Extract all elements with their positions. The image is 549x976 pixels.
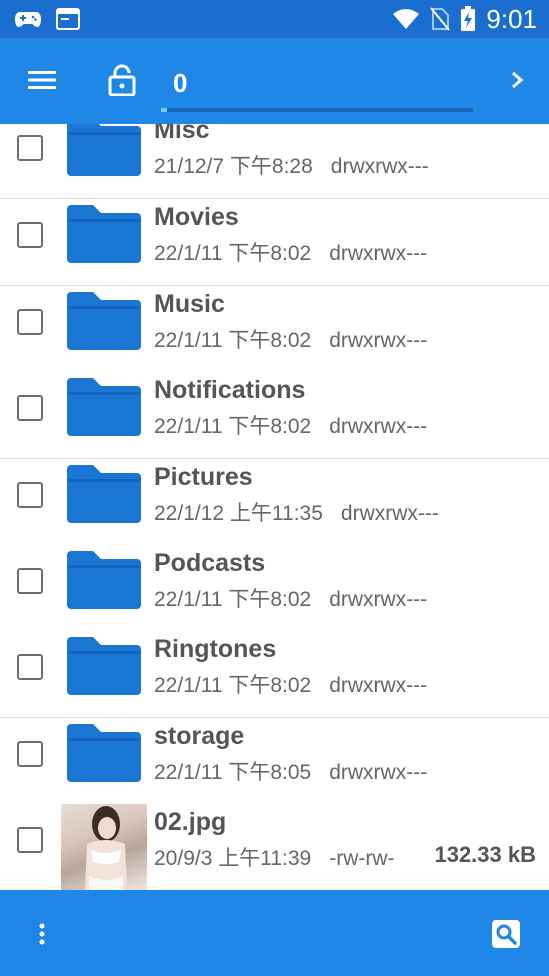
file-name: storage: [154, 722, 245, 750]
file-meta: 21/12/7 下午8:28 drwxrwx---: [154, 150, 429, 180]
file-meta: 22/1/11 下午8:02 drwxrwx---: [154, 324, 427, 354]
file-size: 132.33 kB: [434, 842, 536, 867]
photo-thumbnail-icon: [85, 806, 127, 890]
item-checkbox[interactable]: [17, 309, 43, 335]
item-checkbox[interactable]: [17, 654, 43, 680]
file-meta: 22/1/11 下午8:02 drwxrwx---: [154, 583, 427, 613]
bottom-bar: [0, 890, 549, 976]
lock-open-icon[interactable]: [108, 64, 136, 96]
status-bar: 9:01: [0, 0, 549, 38]
status-time: 9:01: [486, 4, 537, 34]
wifi-icon: [393, 9, 420, 29]
file-permissions: -rw-rw-: [329, 847, 395, 870]
file-date: 22/1/11 下午8:02: [154, 242, 312, 265]
list-item[interactable]: Notifications 22/1/11 下午8:02 drwxrwx---: [0, 372, 549, 459]
file-date: 22/1/11 下午8:02: [154, 588, 312, 611]
item-checkbox[interactable]: [17, 395, 43, 421]
list-item[interactable]: Pictures 22/1/12 上午11:35 drwxrwx---: [0, 459, 549, 546]
list-item[interactable]: Ringtones 22/1/11 下午8:02 drwxrwx---: [0, 631, 549, 718]
gamepad-icon: [15, 12, 41, 27]
file-date: 22/1/11 下午8:02: [154, 415, 312, 438]
file-name: Notifications: [154, 376, 306, 404]
file-date: 22/1/12 上午11:35: [154, 502, 323, 525]
more-vertical-icon[interactable]: [36, 922, 48, 946]
file-meta: 22/1/11 下午8:02 drwxrwx---: [154, 237, 427, 267]
item-checkbox[interactable]: [17, 482, 43, 508]
file-date: 22/1/11 下午8:02: [154, 329, 312, 352]
list-item[interactable]: storage 22/1/11 下午8:05 drwxrwx---: [0, 718, 549, 805]
file-meta: 22/1/11 下午8:02 drwxrwx---: [154, 669, 427, 699]
file-permissions: drwxrwx---: [340, 502, 439, 525]
list-item[interactable]: Music 22/1/11 下午8:02 drwxrwx---: [0, 286, 549, 373]
folder-icon: [67, 378, 141, 436]
folder-icon: [67, 724, 141, 782]
file-date: 20/9/3 上午11:39: [154, 847, 312, 870]
file-permissions: drwxrwx---: [329, 588, 428, 611]
file-permissions: drwxrwx---: [329, 329, 428, 352]
item-checkbox[interactable]: [17, 568, 43, 594]
item-checkbox[interactable]: [17, 222, 43, 248]
search-icon[interactable]: [492, 920, 520, 948]
current-path[interactable]: 0: [173, 68, 187, 99]
file-list: Misc 21/12/7 下午8:28 drwxrwx--- Movies 22/…: [0, 124, 549, 890]
item-checkbox[interactable]: [17, 135, 43, 161]
no-sim-icon: [430, 7, 451, 31]
path-progress-fill: [161, 108, 167, 112]
list-item[interactable]: Misc 21/12/7 下午8:28 drwxrwx---: [0, 124, 549, 199]
list-item[interactable]: Podcasts 22/1/11 下午8:02 drwxrwx---: [0, 545, 549, 632]
file-date: 22/1/11 下午8:05: [154, 761, 312, 784]
item-checkbox[interactable]: [17, 827, 43, 853]
chevron-right-icon[interactable]: [506, 68, 528, 92]
file-permissions: drwxrwx---: [330, 155, 429, 178]
list-item[interactable]: Movies 22/1/11 下午8:02 drwxrwx---: [0, 199, 549, 286]
file-permissions: drwxrwx---: [329, 415, 428, 438]
file-name: 02.jpg: [154, 808, 227, 836]
file-permissions: drwxrwx---: [329, 242, 428, 265]
file-name: Music: [154, 290, 225, 318]
file-name: Podcasts: [154, 549, 266, 577]
folder-icon: [67, 292, 141, 350]
file-permissions: drwxrwx---: [329, 761, 428, 784]
folder-icon: [67, 637, 141, 695]
list-item[interactable]: 02.jpg 20/9/3 上午11:39 -rw-rw- 132.33 kB: [0, 804, 549, 890]
file-meta: 20/9/3 上午11:39 -rw-rw-: [154, 842, 395, 872]
image-thumbnail: [61, 804, 147, 890]
file-meta: 22/1/12 上午11:35 drwxrwx---: [154, 497, 439, 527]
folder-icon: [67, 465, 141, 523]
menu-icon[interactable]: [28, 68, 56, 92]
terminal-icon: [56, 8, 80, 30]
file-permissions: drwxrwx---: [329, 674, 428, 697]
file-name: Ringtones: [154, 635, 277, 663]
folder-icon: [67, 551, 141, 609]
file-date: 21/12/7 下午8:28: [154, 155, 313, 178]
item-checkbox[interactable]: [17, 741, 43, 767]
folder-icon: [67, 205, 141, 263]
folder-icon: [67, 124, 141, 176]
path-progress-bar: [161, 108, 473, 112]
file-name: Movies: [154, 203, 239, 231]
file-name: Pictures: [154, 463, 253, 491]
file-meta: 22/1/11 下午8:02 drwxrwx---: [154, 410, 427, 440]
file-meta: 22/1/11 下午8:05 drwxrwx---: [154, 756, 427, 786]
file-name: Misc: [154, 124, 210, 144]
file-date: 22/1/11 下午8:02: [154, 674, 312, 697]
battery-charging-icon: [461, 6, 476, 31]
toolbar: 0: [0, 38, 549, 124]
